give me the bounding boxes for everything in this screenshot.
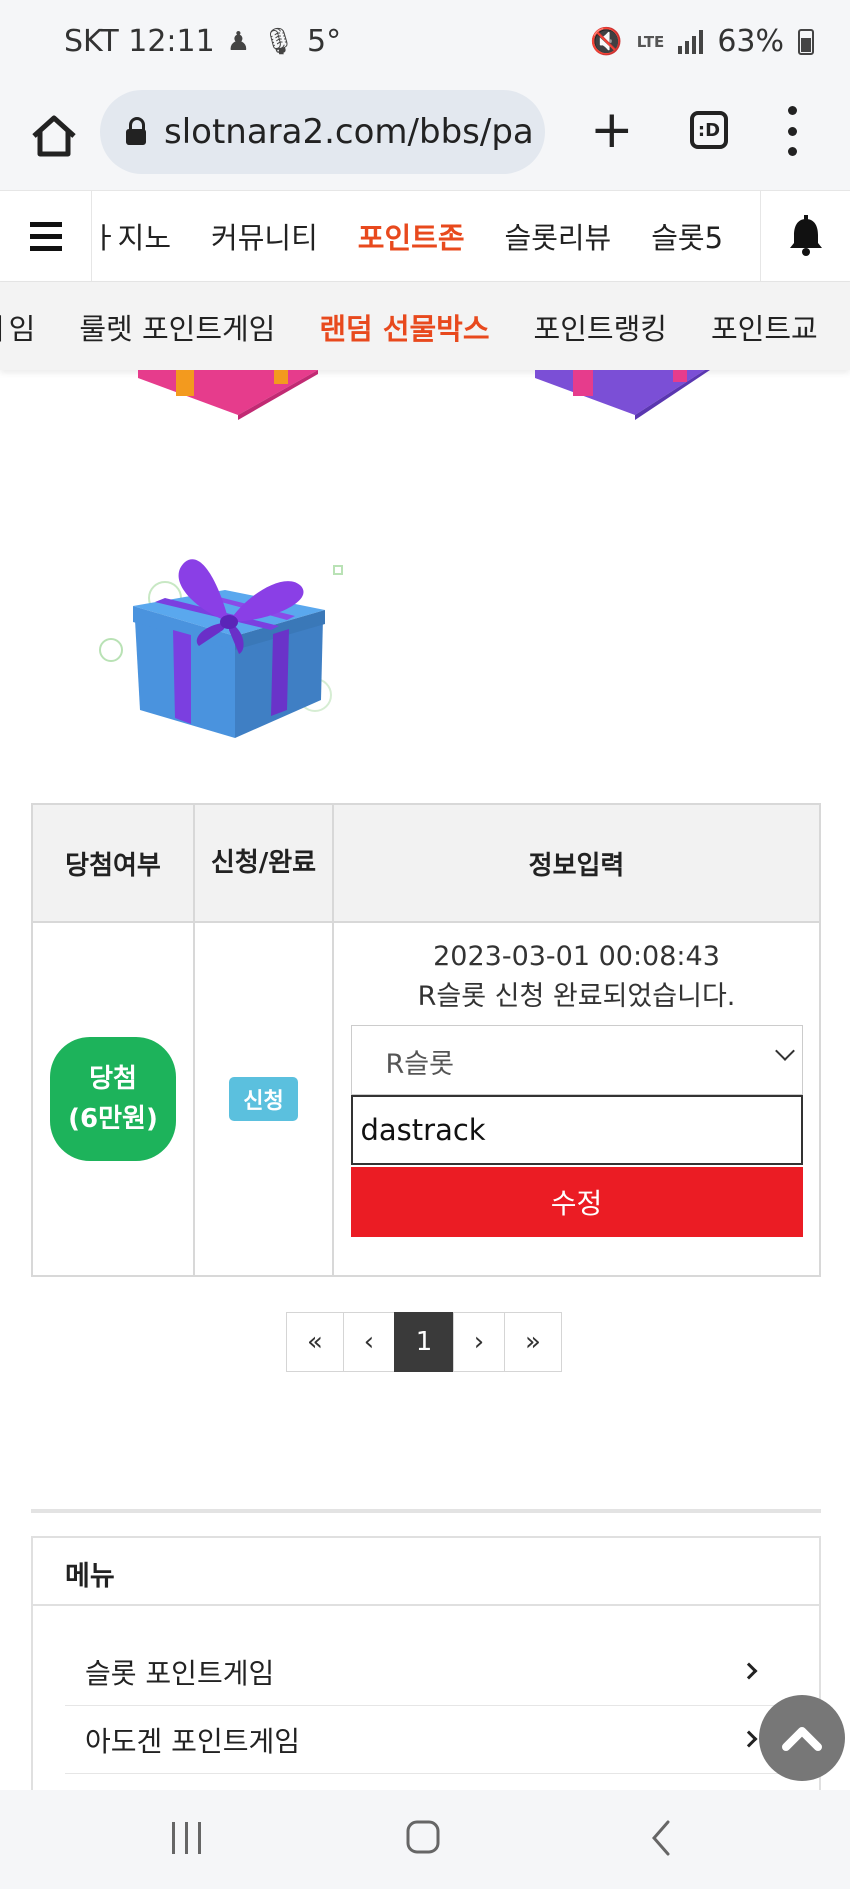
url-text: slotnara2.com/bbs/pa: [164, 112, 534, 152]
menu-item-label: 아도겐 포인트게임: [85, 1725, 300, 1758]
menu-item-adogen-point-game[interactable]: 아도겐 포인트게임: [65, 1706, 795, 1774]
header-info-input: 정보입력: [332, 803, 821, 923]
header-win-status: 당첨여부: [31, 803, 195, 923]
new-tab-button[interactable]: +: [590, 104, 634, 156]
status-left: SKT 12:11 ♟ 🎙 5°: [64, 24, 341, 59]
status-badge: 신청: [229, 1077, 298, 1121]
chevron-down-icon: [774, 1041, 795, 1061]
lock-icon: [126, 117, 146, 145]
gift-box-pink-image[interactable]: [138, 370, 318, 420]
first-page-button[interactable]: «: [286, 1312, 344, 1372]
signal-icon: [678, 29, 704, 54]
id-input[interactable]: dastrack: [350, 1095, 803, 1165]
info-cell: 2023-03-01 00:08:43 R슬롯 신청 완료되었습니다. R슬롯 …: [332, 921, 821, 1277]
back-button[interactable]: [648, 1818, 674, 1858]
site-select[interactable]: R슬롯: [350, 1025, 803, 1095]
system-nav-bar: [0, 1790, 850, 1889]
accessibility-icon: ♟: [226, 26, 251, 57]
menu-item-slot-point-game[interactable]: 슬롯 포인트게임: [65, 1638, 795, 1706]
chevron-right-icon: [740, 1662, 758, 1680]
current-page-button[interactable]: 1: [394, 1312, 454, 1372]
header-apply-complete-text: 신청/완료: [210, 848, 317, 878]
scroll-top-button[interactable]: [759, 1695, 845, 1781]
sub-nav: ㅔ임 룰렛 포인트게임 랜덤 선물박스 포인트랭킹 포인트교: [0, 282, 850, 370]
notification-button[interactable]: [760, 191, 850, 281]
nav-item-point-zone[interactable]: 포인트존: [338, 215, 485, 257]
menu-title: 메뉴: [33, 1538, 819, 1606]
address-bar[interactable]: slotnara2.com/bbs/pa: [100, 90, 545, 174]
battery-percent: 63%: [717, 24, 784, 59]
chevron-right-icon: [740, 1730, 758, 1748]
lte-icon: LTE: [636, 32, 665, 51]
status-cell: 신청: [193, 921, 334, 1277]
section-divider: [31, 1509, 821, 1513]
table-row: 당첨 (6만원) 신청 2023-03-01 00:08:43 R슬롯 신청 완…: [31, 921, 821, 1277]
carrier-time: SKT 12:11: [64, 24, 215, 59]
home-button[interactable]: [24, 106, 84, 166]
mute-icon: 🔇: [590, 26, 623, 57]
battery-icon: [798, 28, 814, 55]
site-select-value: R슬롯: [385, 1049, 454, 1080]
tab-switcher-button[interactable]: :D: [690, 111, 728, 149]
site-nav: ㅏ지노 커뮤니티 포인트존 슬롯리뷰 슬롯5: [0, 190, 850, 282]
temperature: 5°: [307, 24, 342, 59]
win-badge-line1: 당첨: [89, 1064, 137, 1094]
nav-item-community[interactable]: 커뮤니티: [191, 215, 338, 257]
hamburger-menu-button[interactable]: [0, 191, 92, 281]
result-table: 당첨여부 신청/완료 정보입력 당첨 (6만원) 신청 2023-03-01 0…: [31, 803, 821, 1277]
prev-page-button[interactable]: ‹: [343, 1312, 395, 1372]
gift-box-blue-image[interactable]: [95, 550, 345, 750]
microphone-icon: 🎙: [262, 26, 296, 57]
gift-box-purple-image[interactable]: [535, 370, 715, 420]
pagination: « ‹ 1 › »: [286, 1312, 562, 1372]
nav-item-slot-review[interactable]: 슬롯리뷰: [485, 215, 632, 257]
menu-item-label: 슬롯 포인트게임: [85, 1657, 275, 1690]
nav-item-casino[interactable]: ㅏ지노: [93, 215, 191, 257]
sub-nav-item-point-ranking[interactable]: 포인트랭킹: [512, 306, 689, 348]
apply-message: R슬롯 신청 완료되었습니다.: [417, 981, 736, 1012]
home-nav-button[interactable]: [405, 1817, 441, 1857]
edit-button[interactable]: 수정: [350, 1167, 803, 1237]
win-badge-line2: (6만원): [68, 1104, 158, 1134]
recent-apps-button[interactable]: [170, 1820, 204, 1856]
browser-toolbar: slotnara2.com/bbs/pa + :D: [0, 86, 850, 190]
sub-nav-item-roulette[interactable]: 룰렛 포인트게임: [57, 306, 297, 348]
sub-nav-item-random-gift-box[interactable]: 랜덤 선물박스: [297, 306, 511, 348]
more-options-button[interactable]: [782, 106, 802, 156]
nav-items: ㅏ지노 커뮤니티 포인트존 슬롯리뷰 슬롯5: [93, 191, 758, 281]
next-page-button[interactable]: ›: [453, 1312, 505, 1372]
nav-item-slot-more[interactable]: 슬롯5: [631, 215, 743, 257]
bell-icon: [789, 215, 822, 256]
last-page-button[interactable]: »: [504, 1312, 562, 1372]
home-icon: [32, 115, 76, 157]
chevron-up-icon: [782, 1727, 822, 1751]
win-badge: 당첨 (6만원): [50, 1037, 176, 1161]
win-cell: 당첨 (6만원): [31, 921, 195, 1277]
status-bar: SKT 12:11 ♟ 🎙 5° 🔇 LTE 63%: [0, 0, 850, 86]
sub-nav-item-point-exchange[interactable]: 포인트교: [689, 306, 840, 348]
applied-datetime: 2023-03-01 00:08:43: [433, 941, 720, 972]
sub-nav-item-game[interactable]: ㅔ임: [0, 306, 57, 348]
status-right: 🔇 LTE 63%: [590, 24, 814, 59]
header-apply-complete: 신청/완료: [193, 803, 334, 923]
